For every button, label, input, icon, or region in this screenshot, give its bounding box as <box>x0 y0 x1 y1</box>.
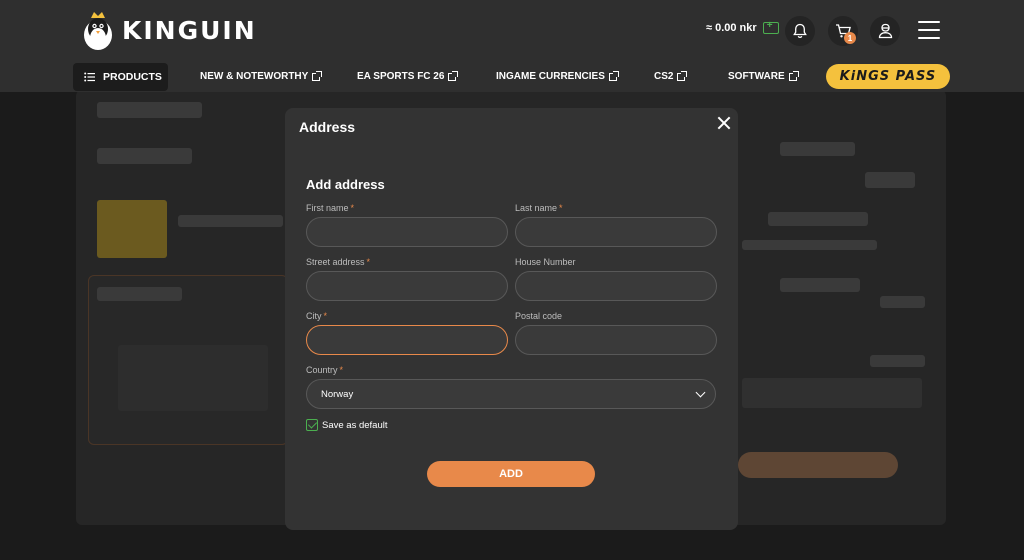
house-number-label: House Number <box>515 257 576 267</box>
background-placeholder <box>97 102 202 118</box>
top-header: KINGUIN ≈ 0.00 nkr 1 <box>0 0 1024 62</box>
background-placeholder <box>870 355 925 367</box>
kings-pass-button[interactable]: KiNGS PASS <box>826 64 950 89</box>
background-placeholder <box>780 142 855 156</box>
address-modal: Address Add address First name * Last nam… <box>285 108 738 530</box>
nav-item-software[interactable]: SOFTWARE <box>728 70 799 82</box>
save-default-label[interactable]: Save as default <box>322 420 388 431</box>
street-address-label: Street address * <box>306 257 371 267</box>
nav-item-label: SOFTWARE <box>728 71 785 82</box>
add-button[interactable]: ADD <box>427 461 595 487</box>
external-link-icon <box>448 70 459 81</box>
penguin-logo-icon <box>84 12 112 50</box>
modal-title: Address <box>299 119 356 135</box>
nav-item-ea-sports-fc[interactable]: EA SPORTS FC 26 <box>357 70 459 82</box>
chevron-down-icon <box>695 387 706 398</box>
menu-hamburger-icon[interactable] <box>918 21 940 39</box>
background-placeholder <box>742 378 922 408</box>
list-icon <box>84 72 95 82</box>
notifications-button[interactable] <box>785 16 815 46</box>
nav-item-cs2[interactable]: CS2 <box>654 70 688 82</box>
city-field[interactable] <box>306 325 508 355</box>
user-icon <box>878 23 892 39</box>
external-link-icon <box>608 70 619 81</box>
bell-icon <box>793 23 807 39</box>
nav-item-label: EA SPORTS FC 26 <box>357 71 445 82</box>
background-button <box>738 452 898 478</box>
background-placeholder <box>178 215 283 227</box>
nav-item-label: NEW & NOTEWORTHY <box>200 71 309 82</box>
background-placeholder <box>880 296 925 308</box>
last-name-field[interactable] <box>515 217 717 247</box>
background-placeholder <box>780 278 860 292</box>
nav-products-label: PRODUCTS <box>103 71 162 83</box>
house-number-field[interactable] <box>515 271 717 301</box>
external-link-icon <box>312 70 323 81</box>
background-placeholder <box>118 345 268 411</box>
country-label: Country * <box>306 365 344 375</box>
postal-code-field[interactable] <box>515 325 717 355</box>
background-placeholder <box>742 240 877 250</box>
wallet-balance[interactable]: ≈ 0.00 nkr <box>706 20 779 34</box>
last-name-label: Last name * <box>515 203 563 213</box>
balance-amount: ≈ 0.00 nkr <box>706 22 757 34</box>
nav-item-label: CS2 <box>654 71 674 82</box>
external-link-icon <box>677 70 688 81</box>
first-name-label: First name * <box>306 203 355 213</box>
street-address-field[interactable] <box>306 271 508 301</box>
logo-text: KINGUIN <box>122 15 257 45</box>
nav-products-button[interactable]: PRODUCTS <box>73 63 168 91</box>
background-product-image <box>97 200 167 258</box>
background-placeholder <box>97 148 192 164</box>
cart-count-badge: 1 <box>844 32 856 44</box>
background-placeholder <box>768 212 868 226</box>
city-label: City * <box>306 311 328 321</box>
account-button[interactable] <box>870 16 900 46</box>
save-default-checkbox[interactable] <box>306 419 318 431</box>
background-placeholder <box>865 172 915 188</box>
cart-button[interactable]: 1 <box>828 16 858 46</box>
nav-item-ingame-currencies[interactable]: INGAME CURRENCIES <box>496 70 619 82</box>
nav-item-new-noteworthy[interactable]: NEW & NOTEWORTHY <box>200 70 323 82</box>
external-link-icon <box>788 70 799 81</box>
background-placeholder <box>97 287 182 301</box>
postal-code-label: Postal code <box>515 311 563 321</box>
country-select[interactable]: Norway <box>306 379 716 409</box>
wallet-add-icon[interactable] <box>762 20 779 34</box>
kinguin-logo[interactable]: KINGUIN <box>82 10 257 50</box>
close-icon[interactable] <box>717 116 731 130</box>
add-address-heading: Add address <box>306 177 385 192</box>
first-name-field[interactable] <box>306 217 508 247</box>
country-selected-value: Norway <box>321 388 354 400</box>
nav-item-label: INGAME CURRENCIES <box>496 71 605 82</box>
